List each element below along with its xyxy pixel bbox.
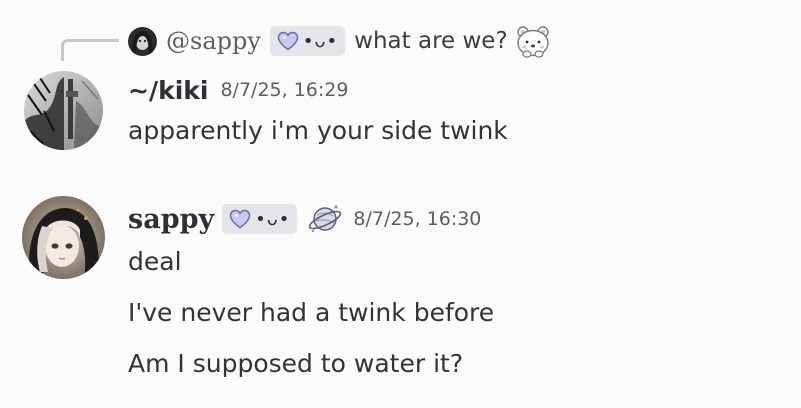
- timestamp[interactable]: 8/7/25, 16:30: [353, 208, 481, 230]
- username-sappy[interactable]: sappy: [128, 204, 214, 235]
- chat-log: @sappy •ᴗ• what are we? ~/kiki 8/7/25, 1…: [0, 0, 801, 408]
- tag-face-text: •ᴗ•: [302, 30, 339, 52]
- tag-face-text: •ᴗ•: [255, 208, 291, 230]
- reply-text[interactable]: what are we?: [354, 28, 508, 54]
- message-header-kiki: ~/kiki 8/7/25, 16:29: [128, 70, 348, 110]
- heart-icon: [229, 209, 251, 229]
- user-tag[interactable]: •ᴗ•: [269, 26, 346, 56]
- message-line: apparently i'm your side twink: [128, 116, 508, 145]
- message-header-sappy: sappy •ᴗ• 8/7/25, 16:30: [128, 197, 481, 241]
- message-line: I've never had a twink before: [128, 298, 495, 327]
- message-line: Am I supposed to water it?: [128, 349, 464, 378]
- reply-connector: [61, 39, 119, 61]
- heart-icon: [277, 31, 299, 51]
- planet-icon[interactable]: [307, 201, 343, 237]
- reply-avatar[interactable]: [128, 26, 157, 56]
- username-kiki[interactable]: ~/kiki: [128, 76, 208, 105]
- timestamp[interactable]: 8/7/25, 16:29: [220, 79, 348, 101]
- avatar-kiki[interactable]: [24, 71, 103, 150]
- avatar-sappy[interactable]: [22, 196, 105, 279]
- message-line: deal: [128, 247, 182, 276]
- reply-username[interactable]: @sappy: [166, 27, 261, 55]
- bear-peek-icon: [514, 23, 552, 59]
- user-tag[interactable]: •ᴗ•: [222, 204, 298, 234]
- reply-preview[interactable]: @sappy •ᴗ• what are we?: [128, 22, 552, 60]
